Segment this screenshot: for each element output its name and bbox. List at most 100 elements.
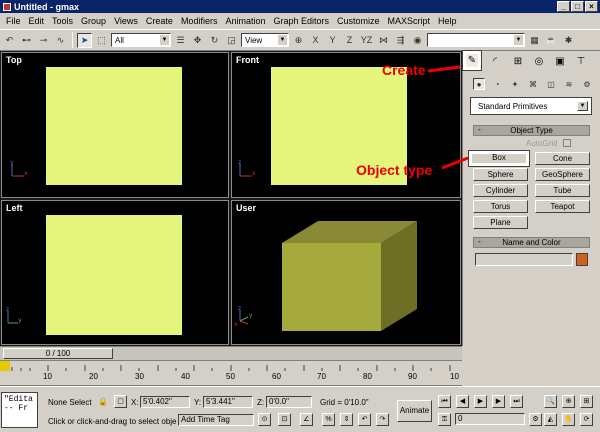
display-tab[interactable]: ▣ bbox=[551, 53, 569, 69]
key-mode-icon[interactable]: ⚿ bbox=[438, 413, 451, 426]
modify-tab[interactable]: ◜ bbox=[486, 53, 504, 69]
y-coordinate-field[interactable]: 5'3.441" bbox=[203, 396, 253, 408]
object-color-swatch[interactable] bbox=[576, 253, 588, 266]
menu-modifiers[interactable]: Modifiers bbox=[177, 16, 222, 26]
go-to-start-icon[interactable]: ⏮ bbox=[438, 395, 451, 408]
render-scene-icon[interactable]: ▦ bbox=[527, 33, 542, 48]
lock-icon[interactable]: 🔒 bbox=[98, 397, 108, 406]
teapot-render-icon[interactable]: ☕ bbox=[544, 33, 559, 48]
utilities-tab[interactable]: ⊤ bbox=[572, 53, 590, 69]
systems-icon[interactable]: ⚙ bbox=[581, 78, 593, 90]
animate-button[interactable]: Animate bbox=[397, 400, 432, 422]
undo-viewport-icon[interactable]: ↶ bbox=[358, 413, 371, 426]
menu-help[interactable]: Help bbox=[434, 16, 461, 26]
walkthrough-icon[interactable]: ⊙ bbox=[258, 413, 271, 426]
shapes-icon[interactable]: ◔ bbox=[491, 78, 503, 90]
geosphere-button[interactable]: GeoSphere bbox=[535, 168, 590, 181]
time-config-icon[interactable]: ⚙ bbox=[529, 413, 542, 426]
motion-tab[interactable]: ◎ bbox=[530, 53, 548, 69]
mirror-icon[interactable]: ⋈ bbox=[376, 33, 391, 48]
axis-yz-button[interactable]: YZ bbox=[359, 33, 374, 48]
menu-group[interactable]: Group bbox=[77, 16, 110, 26]
torus-button[interactable]: Torus bbox=[473, 200, 528, 213]
absolute-mode-icon[interactable]: ▢ bbox=[114, 395, 127, 408]
selection-filter-dropdown[interactable]: All bbox=[111, 33, 171, 47]
viewport-top[interactable]: Top y x bbox=[1, 52, 229, 198]
material-icon[interactable]: ◉ bbox=[410, 33, 425, 48]
align-icon[interactable]: ⇶ bbox=[393, 33, 408, 48]
redo-viewport-icon[interactable]: ↷ bbox=[376, 413, 389, 426]
teapot-button[interactable]: Teapot bbox=[535, 200, 590, 213]
sphere-button[interactable]: Sphere bbox=[473, 168, 528, 181]
link-icon[interactable]: ⊷ bbox=[19, 33, 34, 48]
snap-toggle-icon[interactable]: ⊡ bbox=[278, 413, 291, 426]
x-coordinate-field[interactable]: 5'0.402" bbox=[140, 396, 190, 408]
unlink-icon[interactable]: ⊸ bbox=[36, 33, 51, 48]
percent-snap-icon[interactable]: % bbox=[322, 413, 335, 426]
axis-y-button[interactable]: Y bbox=[325, 33, 340, 48]
reference-coord-dropdown[interactable]: View bbox=[241, 33, 289, 47]
cone-button[interactable]: Cone bbox=[535, 152, 590, 165]
maxscript-listener[interactable]: "Edita -- Fr bbox=[1, 392, 38, 428]
track-bar[interactable]: 10 20 30 40 50 60 70 80 90 10 bbox=[0, 360, 462, 386]
menu-animation[interactable]: Animation bbox=[221, 16, 269, 26]
go-to-end-icon[interactable]: ⏭ bbox=[510, 395, 523, 408]
field-of-view-icon[interactable]: ◭ bbox=[544, 413, 557, 426]
tube-button[interactable]: Tube bbox=[535, 184, 590, 197]
named-selection-dropdown[interactable] bbox=[427, 33, 525, 47]
helpers-icon[interactable]: ◫ bbox=[545, 78, 557, 90]
current-frame-field[interactable]: 0 bbox=[455, 413, 525, 425]
quick-render-icon[interactable]: ✱ bbox=[561, 33, 576, 48]
select-by-name-icon[interactable]: ☰ bbox=[173, 33, 188, 48]
undo-icon[interactable]: ↶ bbox=[2, 33, 17, 48]
menu-file[interactable]: File bbox=[2, 16, 25, 26]
add-time-tag-field[interactable]: Add Time Tag bbox=[178, 414, 254, 426]
viewport-label-left[interactable]: Left bbox=[6, 203, 23, 213]
spinner-snap-icon[interactable]: ⇕ bbox=[340, 413, 353, 426]
select-rotate-icon[interactable]: ↻ bbox=[207, 33, 222, 48]
viewport-left[interactable]: Left z y bbox=[1, 200, 229, 345]
zoom-all-icon[interactable]: ⊕ bbox=[562, 395, 575, 408]
zoom-icon[interactable]: 🔍 bbox=[544, 395, 557, 408]
axis-z-button[interactable]: Z bbox=[342, 33, 357, 48]
menu-tools[interactable]: Tools bbox=[48, 16, 77, 26]
box-button[interactable]: Box bbox=[468, 150, 530, 167]
previous-frame-icon[interactable]: ◀ bbox=[456, 395, 469, 408]
zoom-extents-icon[interactable]: ⊞ bbox=[580, 395, 593, 408]
axis-x-button[interactable]: X bbox=[308, 33, 323, 48]
object-type-rollout[interactable]: - Object Type bbox=[473, 125, 590, 136]
select-scale-icon[interactable]: ◲ bbox=[224, 33, 239, 48]
next-frame-icon[interactable]: ▶ bbox=[492, 395, 505, 408]
z-coordinate-field[interactable]: 0'0.0" bbox=[266, 396, 312, 408]
select-move-icon[interactable]: ✥ bbox=[190, 33, 205, 48]
menu-edit[interactable]: Edit bbox=[25, 16, 49, 26]
close-button[interactable]: × bbox=[585, 1, 598, 12]
select-arrow-icon[interactable]: ➤ bbox=[77, 32, 92, 48]
geometry-icon[interactable]: ● bbox=[473, 78, 485, 90]
pivot-icon[interactable]: ⊕ bbox=[291, 33, 306, 48]
spacewarps-icon[interactable]: ≋ bbox=[563, 78, 575, 90]
time-slider[interactable]: 0 / 100 bbox=[3, 348, 113, 359]
menu-views[interactable]: Views bbox=[110, 16, 142, 26]
menu-graph-editors[interactable]: Graph Editors bbox=[269, 16, 333, 26]
play-icon[interactable]: ▶ bbox=[474, 395, 487, 408]
autogrid-checkbox[interactable] bbox=[563, 139, 571, 147]
maximize-button[interactable]: □ bbox=[571, 1, 584, 12]
cylinder-button[interactable]: Cylinder bbox=[473, 184, 528, 197]
viewport-user[interactable]: User z x y bbox=[231, 200, 461, 345]
bind-icon[interactable]: ∿ bbox=[53, 33, 68, 48]
menu-create[interactable]: Create bbox=[142, 16, 177, 26]
menu-maxscript[interactable]: MAXScript bbox=[384, 16, 435, 26]
lights-icon[interactable]: ✦ bbox=[509, 78, 521, 90]
viewport-label-top[interactable]: Top bbox=[6, 55, 22, 65]
arc-rotate-icon[interactable]: ⟳ bbox=[580, 413, 593, 426]
viewport-label-front[interactable]: Front bbox=[236, 55, 259, 65]
plane-button[interactable]: Plane bbox=[473, 216, 528, 229]
create-tab[interactable]: ✎ bbox=[462, 50, 482, 71]
name-and-color-rollout[interactable]: - Name and Color bbox=[473, 237, 590, 248]
region-select-icon[interactable]: ⬚ bbox=[94, 33, 109, 48]
hierarchy-tab[interactable]: ⊞ bbox=[509, 53, 527, 69]
angle-snap-icon[interactable]: ∠ bbox=[300, 413, 313, 426]
pan-hand-icon[interactable]: ✋ bbox=[562, 413, 575, 426]
minimize-button[interactable]: _ bbox=[557, 1, 570, 12]
